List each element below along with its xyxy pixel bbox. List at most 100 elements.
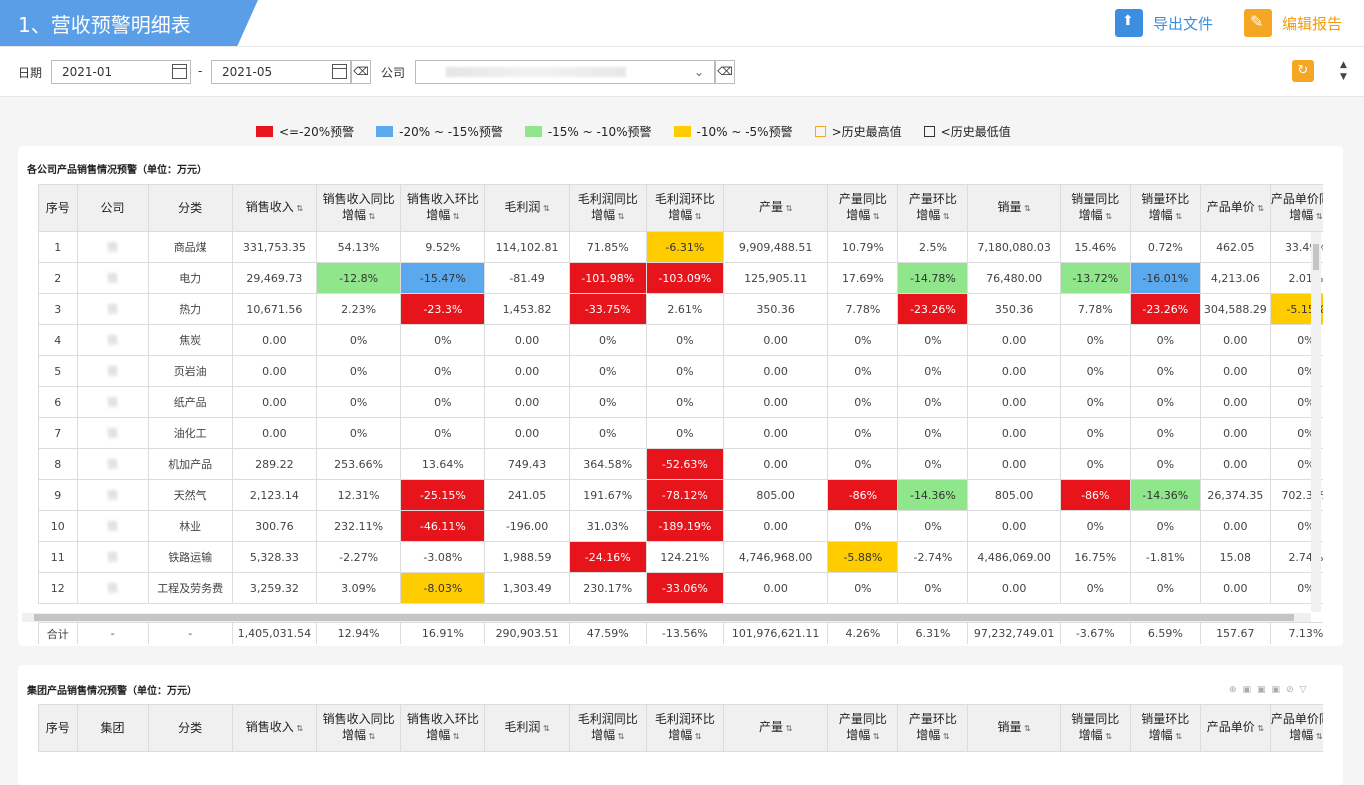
column-header[interactable]: 产量 ⇅ — [722, 704, 829, 752]
refresh-button[interactable]: ↻ — [1292, 60, 1314, 82]
column-header[interactable]: 产量环比 增幅 ⇅ — [897, 184, 969, 232]
legend-item: -20% ~ -15%预警 — [376, 123, 503, 140]
column-header[interactable]: 产品单价同比增幅 ⇅ — [1269, 184, 1323, 232]
sort-icon[interactable]: ⇅ — [1313, 732, 1323, 741]
column-header[interactable]: 毛利润同比 增幅 ⇅ — [568, 704, 647, 752]
legend-item: -15% ~ -10%预警 — [524, 123, 652, 140]
column-header[interactable]: 销量 ⇅ — [967, 704, 1061, 752]
date-end-value: 2021-05 — [222, 65, 273, 79]
sort-icon[interactable]: ⇅ — [692, 732, 702, 741]
sort-icon[interactable]: ⇅ — [366, 732, 376, 741]
column-header[interactable]: 销售收入同比 增幅 ⇅ — [316, 704, 402, 752]
collapse-toggle-icon[interactable]: ▲ ▼ — [1340, 59, 1347, 83]
table-row[interactable]: 1 铁商品煤 331,753.35 54.13% 9.52% 114,102.81 71.8… — [38, 231, 1323, 263]
sort-icon[interactable]: ⇅ — [294, 724, 303, 733]
column-header[interactable]: 销量环比 增幅 ⇅ — [1129, 184, 1201, 232]
column-header[interactable]: 销售收入 ⇅ — [231, 704, 318, 752]
column-header[interactable]: 产品单价 ⇅ — [1199, 184, 1271, 232]
table-row[interactable]: 8 铁机加产品 289.22 253.66% 13.64% 749.43 364.58% -5… — [38, 448, 1323, 480]
sort-icon[interactable]: ⇅ — [1255, 724, 1264, 733]
vertical-scrollbar[interactable] — [1311, 232, 1321, 612]
table-row[interactable]: 6 铁纸产品 0.00 0% 0% 0.00 0% 0% 0.00 0% 0% 0.00 0% 0% 0.0… — [38, 386, 1323, 418]
table-cell: 铁 — [76, 293, 149, 325]
legend: <=-20%预警 -20% ~ -15%预警 -15% ~ -10%预警 -10% ~… — [256, 123, 1033, 140]
sort-icon[interactable]: ⇅ — [450, 212, 460, 221]
column-header[interactable]: 毛利润环比 增幅 ⇅ — [645, 184, 724, 232]
edit-icon — [1244, 9, 1272, 37]
date-start-input[interactable]: 2021-01 — [51, 60, 191, 84]
table-cell: 0% — [400, 355, 486, 387]
sort-icon[interactable]: ⇅ — [1021, 724, 1031, 733]
clear-company-icon[interactable]: ⌫ — [715, 60, 735, 84]
column-header[interactable]: 产量同比 增幅 ⇅ — [827, 184, 899, 232]
column-header[interactable]: 序号 — [38, 184, 78, 232]
sort-icon[interactable]: ⇅ — [870, 212, 880, 221]
column-header[interactable]: 销量同比 增幅 ⇅ — [1059, 704, 1131, 752]
column-header[interactable]: 产品单价同比增幅 ⇅ — [1269, 704, 1323, 752]
table-tools-icon[interactable]: ⊕▣▣▣⊘▽ — [1229, 685, 1313, 695]
sort-icon[interactable]: ⇅ — [940, 732, 950, 741]
column-header[interactable]: 产品单价 ⇅ — [1199, 704, 1271, 752]
sort-icon[interactable]: ⇅ — [294, 204, 303, 213]
company-select[interactable]: ⌄ — [415, 60, 715, 84]
column-header[interactable]: 销售收入环比 增幅 ⇅ — [400, 704, 486, 752]
sort-icon[interactable]: ⇅ — [366, 212, 376, 221]
date-end-input[interactable]: 2021-05 — [211, 60, 351, 84]
sort-icon[interactable]: ⇅ — [615, 212, 625, 221]
sort-icon[interactable]: ⇅ — [1103, 212, 1112, 221]
sort-icon[interactable]: ⇅ — [1021, 204, 1031, 213]
table-row[interactable]: 10 铁林业 300.76 232.11% -46.11% -196.00 31.03% -1… — [38, 510, 1323, 542]
column-header[interactable]: 销售收入同比 增幅 ⇅ — [316, 184, 402, 232]
column-header[interactable]: 销量 ⇅ — [967, 184, 1061, 232]
column-header[interactable]: 公司 — [76, 184, 149, 232]
calendar-icon[interactable] — [172, 64, 187, 79]
sort-icon[interactable]: ⇅ — [540, 204, 550, 213]
column-header-label: 毛利润环比 增幅 — [654, 712, 715, 742]
calendar-icon[interactable] — [332, 64, 347, 79]
column-header[interactable]: 集团 — [76, 704, 149, 752]
table-cell: 3.09% — [316, 572, 402, 604]
sort-icon[interactable]: ⇅ — [1313, 212, 1323, 221]
column-header[interactable]: 毛利润环比 增幅 ⇅ — [645, 704, 724, 752]
sort-icon[interactable]: ⇅ — [615, 732, 625, 741]
sort-icon[interactable]: ⇅ — [940, 212, 950, 221]
horizontal-scrollbar[interactable] — [22, 613, 1311, 622]
column-header[interactable]: 产量同比 增幅 ⇅ — [827, 704, 899, 752]
table-row[interactable]: 2 铁电力 29,469.73 -12.8% -15.47% -81.49 -101.98%… — [38, 262, 1323, 294]
sort-icon[interactable]: ⇅ — [783, 724, 793, 733]
clear-date-icon[interactable]: ⌫ — [351, 60, 371, 84]
sort-icon[interactable]: ⇅ — [783, 204, 793, 213]
table-row[interactable]: 7 铁油化工 0.00 0% 0% 0.00 0% 0% 0.00 0% 0% 0.00 0% 0% 0.0… — [38, 417, 1323, 449]
table-row[interactable]: 4 铁焦炭 0.00 0% 0% 0.00 0% 0% 0.00 0% 0% 0.00 0% 0% 0.00… — [38, 324, 1323, 356]
column-header[interactable]: 销量同比 增幅 ⇅ — [1059, 184, 1131, 232]
edit-report-button[interactable]: 编辑报告 — [1244, 8, 1342, 38]
table-cell: -16.01% — [1129, 262, 1201, 294]
sort-icon[interactable]: ⇅ — [1103, 732, 1112, 741]
column-header[interactable]: 分类 — [147, 184, 233, 232]
column-header[interactable]: 销量环比 增幅 ⇅ — [1129, 704, 1201, 752]
column-header[interactable]: 序号 — [38, 704, 78, 752]
column-header[interactable]: 销售收入 ⇅ — [231, 184, 318, 232]
sort-icon[interactable]: ⇅ — [1173, 212, 1182, 221]
column-header[interactable]: 产量环比 增幅 ⇅ — [897, 704, 969, 752]
sort-icon[interactable]: ⇅ — [1255, 204, 1264, 213]
sort-icon[interactable]: ⇅ — [540, 724, 550, 733]
sort-icon[interactable]: ⇅ — [692, 212, 702, 221]
column-header[interactable]: 毛利润 ⇅ — [484, 184, 570, 232]
column-header[interactable]: 分类 — [147, 704, 233, 752]
table-row[interactable]: 5 铁页岩油 0.00 0% 0% 0.00 0% 0% 0.00 0% 0% 0.00 0% 0% 0.0… — [38, 355, 1323, 387]
table-row[interactable]: 3 铁热力 10,671.56 2.23% -23.3% 1,453.82 -33.75% 2… — [38, 293, 1323, 325]
table-row[interactable]: 12 铁工程及劳务费 3,259.32 3.09% -8.03% 1,303.49 230.… — [38, 572, 1323, 604]
column-header[interactable]: 产量 ⇅ — [722, 184, 829, 232]
table-row[interactable]: 11 铁铁路运输 5,328.33 -2.27% -3.08% 1,988.59 -24.1… — [38, 541, 1323, 573]
sort-icon[interactable]: ⇅ — [870, 732, 880, 741]
table-row[interactable]: 9 铁天然气 2,123.14 12.31% -25.15% 241.05 191.67% -… — [38, 479, 1323, 511]
legend-swatch — [376, 126, 394, 137]
column-header[interactable]: 毛利润 ⇅ — [484, 704, 570, 752]
column-header[interactable]: 毛利润同比 增幅 ⇅ — [568, 184, 647, 232]
table-cell: 3,259.32 — [231, 572, 318, 604]
export-button[interactable]: 导出文件 — [1115, 8, 1213, 38]
column-header[interactable]: 销售收入环比 增幅 ⇅ — [400, 184, 486, 232]
sort-icon[interactable]: ⇅ — [450, 732, 460, 741]
sort-icon[interactable]: ⇅ — [1173, 732, 1182, 741]
